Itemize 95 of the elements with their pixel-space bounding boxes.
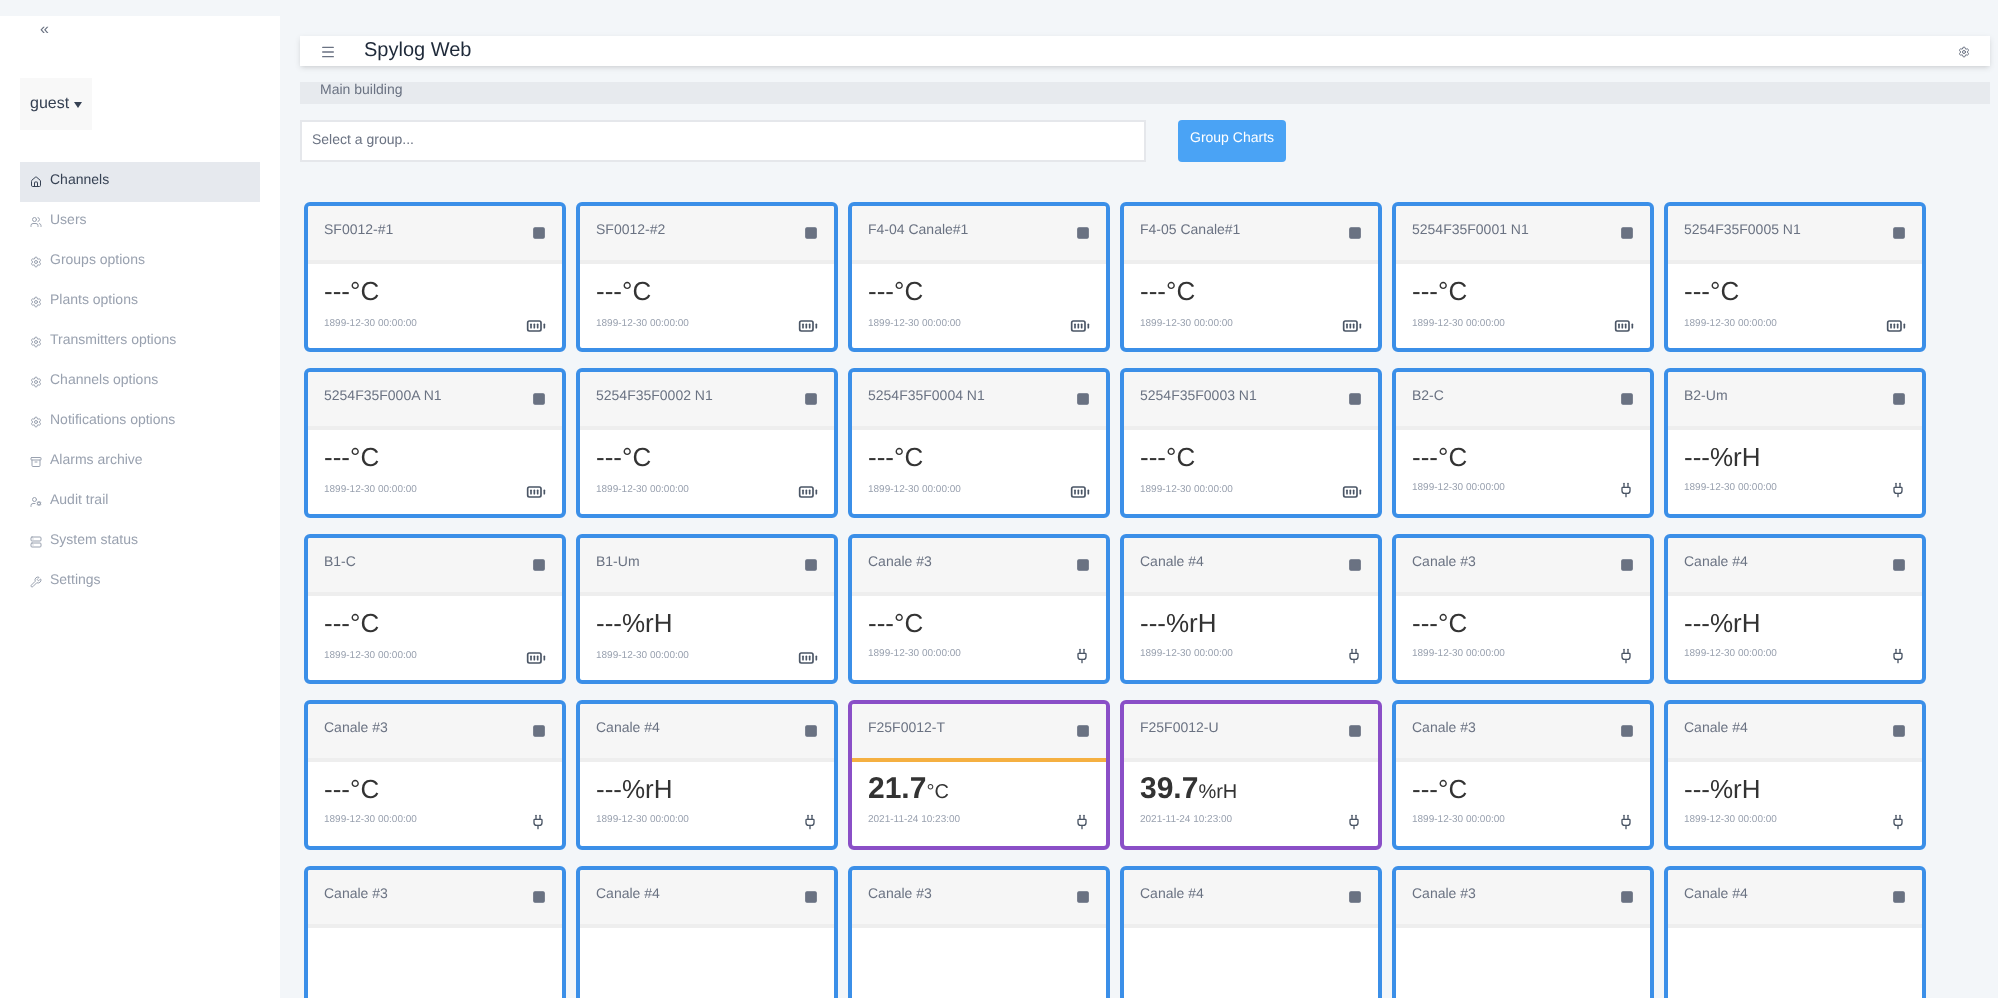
channel-reading: ---°C (868, 441, 926, 473)
channel-reading: ---°C (324, 275, 382, 307)
battery-icon (526, 481, 546, 501)
channel-reading: ---°C (596, 441, 654, 473)
square-icon[interactable] (1076, 225, 1090, 239)
square-icon[interactable] (1620, 225, 1634, 239)
settings-icon (30, 416, 42, 428)
channel-reading: ---°C (324, 441, 382, 473)
channel-reading: ---°C (868, 607, 926, 639)
channel-reading: ---%rH (596, 607, 675, 639)
battery-icon (526, 647, 546, 667)
square-icon[interactable] (1892, 889, 1906, 903)
square-icon[interactable] (532, 225, 546, 239)
settings-icon (30, 336, 42, 348)
square-icon[interactable] (532, 889, 546, 903)
plug-icon (1890, 813, 1906, 829)
channel-reading: ---°C (1140, 441, 1198, 473)
users-icon (30, 216, 42, 228)
square-icon[interactable] (1348, 557, 1362, 571)
user-dropdown[interactable]: guest (20, 78, 92, 130)
channel-reading: ---°C (1140, 275, 1198, 307)
plug-icon (1618, 813, 1634, 829)
channel-reading: ---°C (1412, 773, 1470, 805)
plug-icon (1890, 647, 1906, 663)
square-icon[interactable] (1076, 557, 1090, 571)
channel-reading: ---%rH (1684, 607, 1763, 639)
plug-icon (1346, 647, 1362, 663)
user-gear-icon (30, 496, 42, 508)
battery-icon (798, 315, 818, 335)
channel-reading: ---°C (324, 607, 382, 639)
menu-icon[interactable] (320, 43, 336, 59)
server-icon (30, 536, 42, 548)
archive-icon (30, 456, 42, 468)
channel-reading: ---%rH (1140, 607, 1219, 639)
home-icon (30, 176, 42, 188)
channel-reading: ---°C (1412, 275, 1470, 307)
square-icon[interactable] (1348, 225, 1362, 239)
channel-reading: ---%rH (1684, 773, 1763, 805)
square-icon[interactable] (1620, 391, 1634, 405)
channel-reading: ---°C (1412, 441, 1470, 473)
square-icon[interactable] (804, 225, 818, 239)
channel-reading: ---%rH (1684, 441, 1763, 473)
channel-reading: 21.7°C (868, 773, 951, 805)
square-icon[interactable] (1892, 557, 1906, 571)
square-icon[interactable] (1348, 723, 1362, 737)
square-icon[interactable] (1620, 557, 1634, 571)
settings-icon (30, 296, 42, 308)
battery-icon (1614, 315, 1634, 335)
battery-icon (798, 481, 818, 501)
square-icon[interactable] (804, 889, 818, 903)
square-icon[interactable] (804, 723, 818, 737)
battery-icon (1886, 315, 1906, 335)
channel-reading: ---°C (1684, 275, 1742, 307)
square-icon[interactable] (532, 391, 546, 405)
square-icon[interactable] (1076, 889, 1090, 903)
square-icon[interactable] (1348, 391, 1362, 405)
channel-reading: 39.7%rH (1140, 773, 1240, 805)
channel-reading: ---°C (596, 275, 654, 307)
battery-icon (526, 315, 546, 335)
square-icon[interactable] (1892, 391, 1906, 405)
square-icon[interactable] (1076, 723, 1090, 737)
battery-icon (1342, 315, 1362, 335)
square-icon[interactable] (804, 391, 818, 405)
square-icon[interactable] (804, 557, 818, 571)
settings-icon (30, 376, 42, 388)
square-icon[interactable] (1620, 889, 1634, 903)
square-icon[interactable] (532, 723, 546, 737)
battery-icon (798, 647, 818, 667)
square-icon[interactable] (1892, 225, 1906, 239)
settings-icon[interactable] (1958, 45, 1970, 57)
plug-icon (1346, 813, 1362, 829)
channel-reading: ---°C (324, 773, 382, 805)
battery-icon (1342, 481, 1362, 501)
square-icon[interactable] (532, 557, 546, 571)
plug-icon (1618, 481, 1634, 497)
plug-icon (1074, 813, 1090, 829)
plug-icon (1618, 647, 1634, 663)
square-icon[interactable] (1348, 889, 1362, 903)
plug-icon (1890, 481, 1906, 497)
app-title: Spylog Web (364, 38, 472, 66)
collapse-button[interactable]: « (40, 18, 49, 42)
channel-reading: ---°C (868, 275, 926, 307)
battery-icon (1070, 315, 1090, 335)
square-icon[interactable] (1892, 723, 1906, 737)
plug-icon (530, 813, 546, 829)
channel-reading: ---°C (1412, 607, 1470, 639)
battery-icon (1070, 481, 1090, 501)
wrench-icon (30, 576, 42, 588)
square-icon[interactable] (1076, 391, 1090, 405)
plug-icon (1074, 647, 1090, 663)
settings-icon (30, 256, 42, 268)
square-icon[interactable] (1620, 723, 1634, 737)
caret-icon (73, 101, 82, 107)
plug-icon (802, 813, 818, 829)
channel-reading: ---%rH (596, 773, 675, 805)
